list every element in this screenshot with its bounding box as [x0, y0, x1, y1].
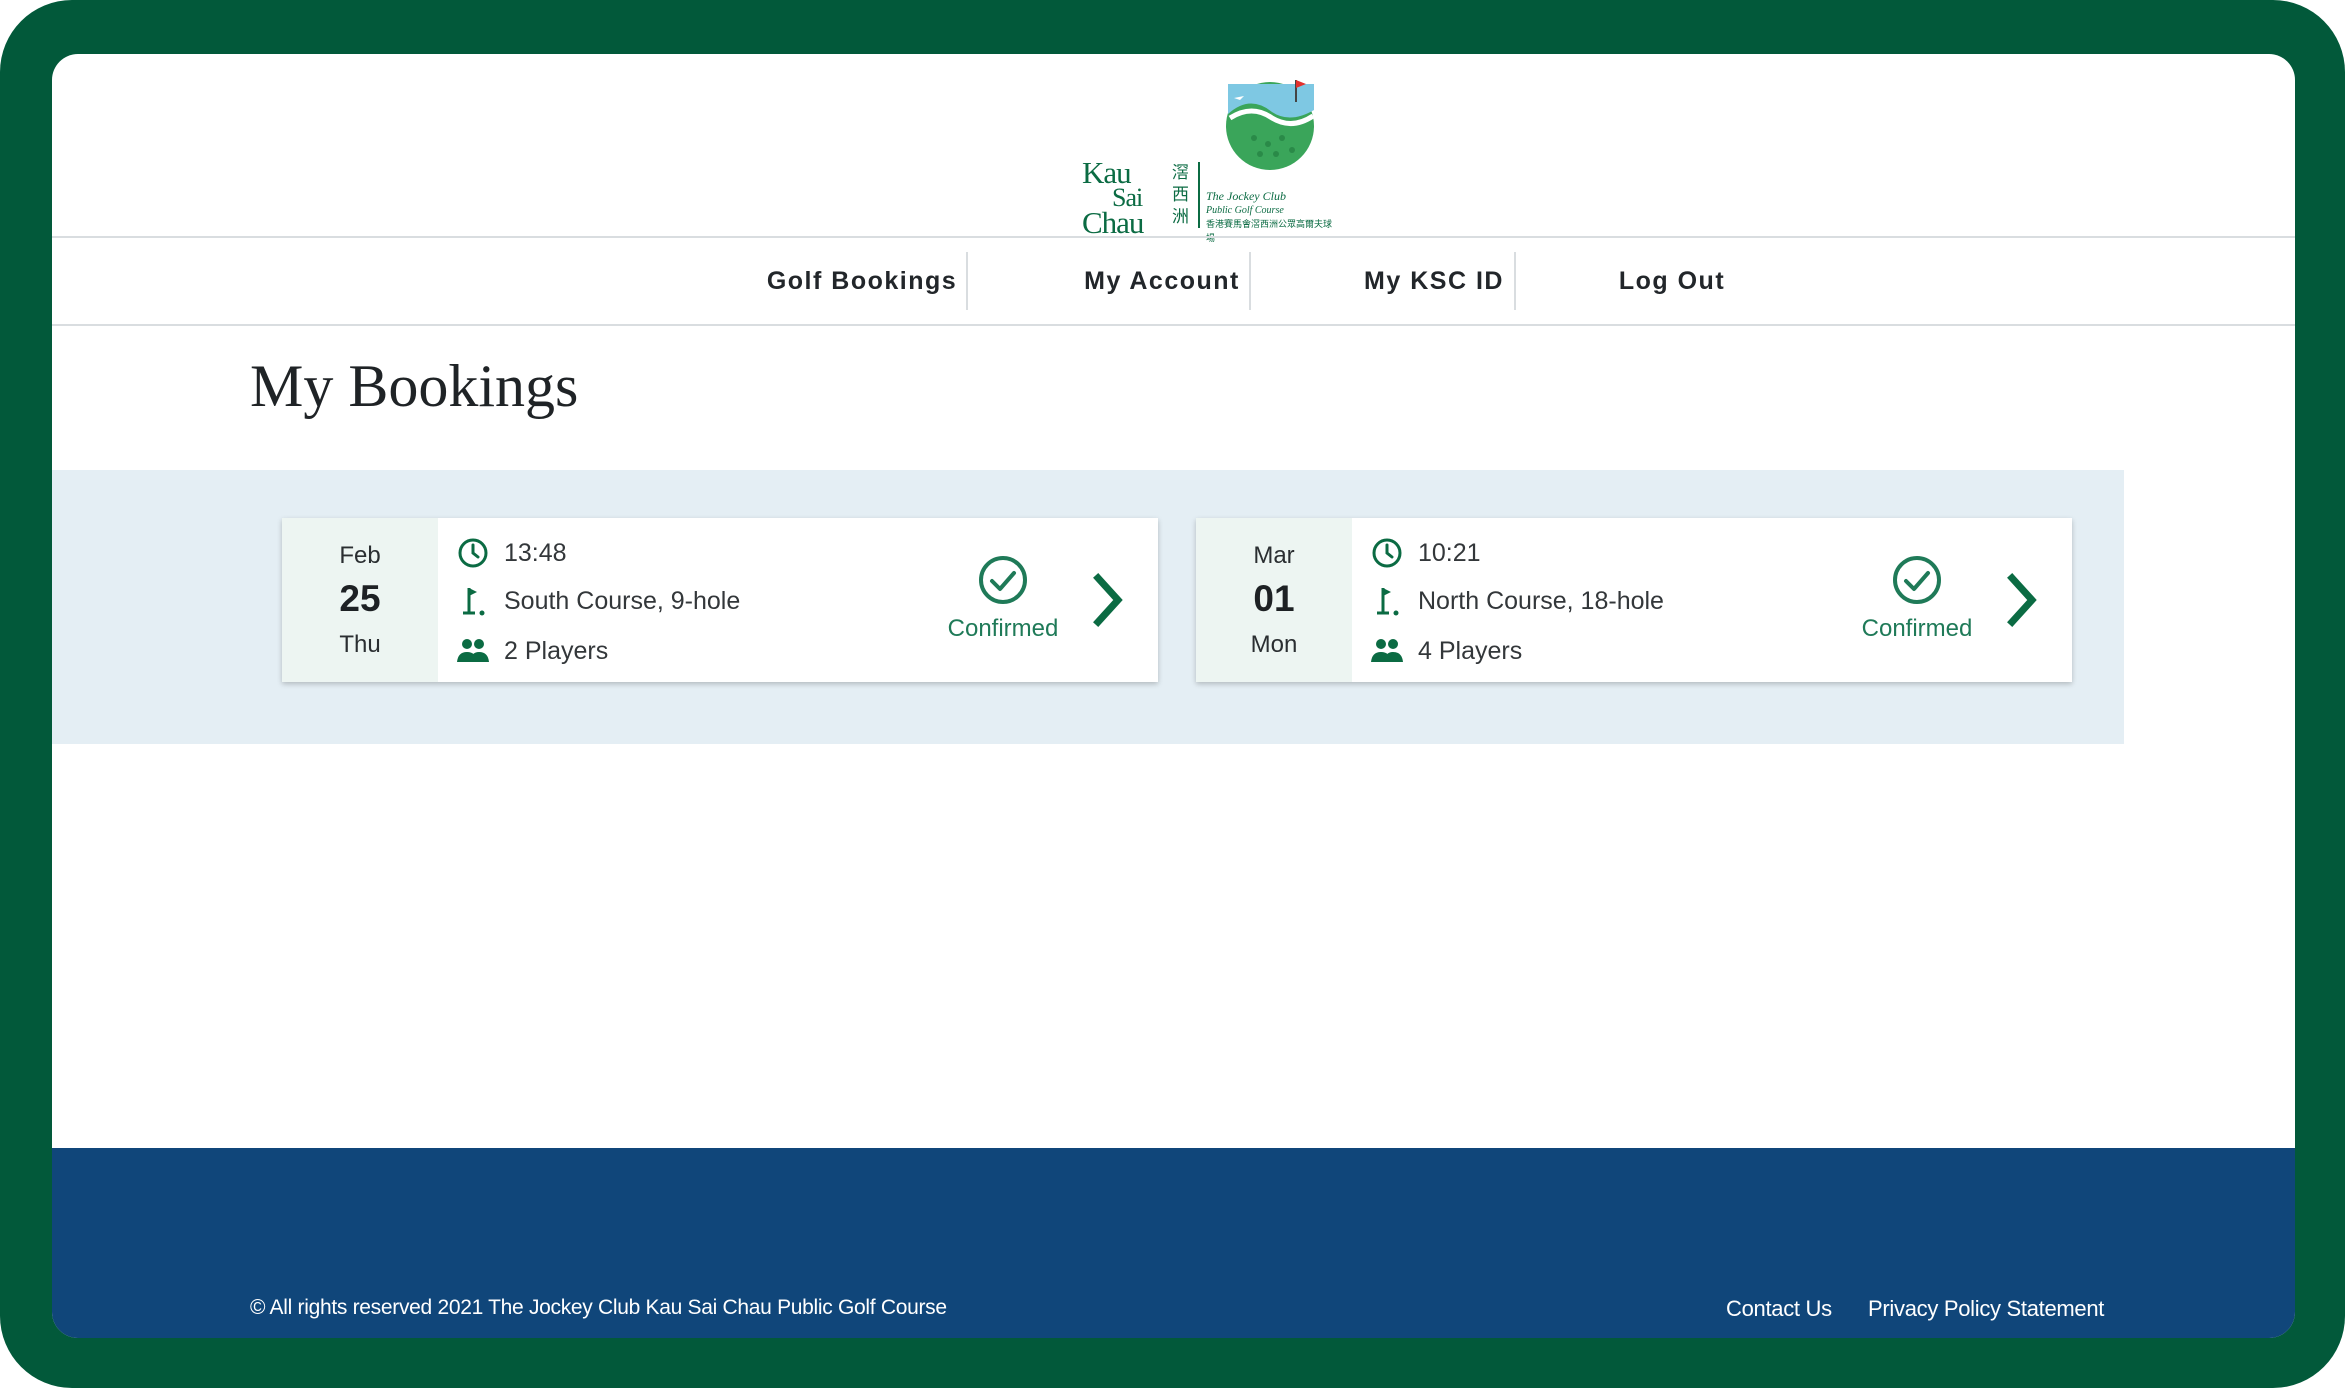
logo-wordmark: Kau Sai Chau	[1082, 155, 1144, 240]
booking-month: Mar	[1253, 542, 1295, 569]
booking-course: North Course, 18-hole	[1370, 582, 1664, 620]
booking-time: 13:48	[456, 534, 567, 572]
clock-icon	[456, 536, 490, 570]
copyright-text: © All rights reserved 2021 The Jockey Cl…	[250, 1296, 947, 1319]
nav-divider	[966, 252, 968, 310]
status-label: Confirmed	[947, 615, 1059, 642]
booking-players: 4 Players	[1370, 632, 1522, 670]
browser-screen: Kau Sai Chau 滘 西 洲 The Jockey Club Publi…	[52, 54, 2295, 1338]
booking-weekday: Thu	[339, 631, 381, 658]
booking-date: Feb 25 Thu	[282, 518, 438, 682]
site-footer: © All rights reserved 2021 The Jockey Cl…	[52, 1148, 2295, 1338]
device-frame: Kau Sai Chau 滘 西 洲 The Jockey Club Publi…	[0, 0, 2345, 1388]
booking-card[interactable]: Mar 01 Mon 10:21 North Course, 18-hole 4…	[1196, 518, 2072, 682]
main-nav: Golf Bookings My Account My KSC ID Log O…	[52, 236, 2295, 326]
nav-log-out[interactable]: Log Out	[1552, 238, 1792, 324]
nav-my-account[interactable]: My Account	[1022, 238, 1302, 324]
nav-divider	[1514, 252, 1516, 310]
status-label: Confirmed	[1861, 615, 1973, 642]
golf-flag-icon	[1370, 584, 1404, 618]
clock-icon	[1370, 536, 1404, 570]
booking-day: 25	[339, 578, 381, 619]
booking-status: Confirmed	[1852, 554, 1982, 643]
people-icon	[1370, 634, 1404, 668]
nav-golf-bookings[interactable]: Golf Bookings	[722, 238, 1002, 324]
logo[interactable]: Kau Sai Chau 滘 西 洲 The Jockey Club Publi…	[1082, 74, 1332, 243]
nav-my-ksc-id[interactable]: My KSC ID	[1302, 238, 1566, 324]
page-title: My Bookings	[250, 353, 579, 419]
booking-day: 01	[1253, 578, 1295, 619]
golf-flag-icon	[456, 584, 490, 618]
logo-chinese-name: 滘 西 洲	[1172, 163, 1189, 227]
booking-card[interactable]: Feb 25 Thu 13:48 South Course, 9-hole 2 …	[282, 518, 1158, 682]
booking-month: Feb	[339, 542, 381, 569]
booking-weekday: Mon	[1250, 631, 1298, 658]
booking-time: 10:21	[1370, 534, 1481, 572]
booking-date: Mar 01 Mon	[1196, 518, 1352, 682]
site-header: Kau Sai Chau 滘 西 洲 The Jockey Club Publi…	[52, 54, 2295, 243]
nav-divider	[1249, 252, 1251, 310]
check-circle-icon	[1893, 556, 1941, 604]
booking-players: 2 Players	[456, 632, 608, 670]
chevron-right-icon[interactable]	[2002, 570, 2042, 630]
booking-status: Confirmed	[938, 554, 1068, 643]
check-circle-icon	[979, 556, 1027, 604]
privacy-policy-link[interactable]: Privacy Policy Statement	[1868, 1296, 2104, 1322]
people-icon	[456, 634, 490, 668]
logo-divider	[1198, 162, 1200, 228]
booking-course: South Course, 9-hole	[456, 582, 740, 620]
contact-us-link[interactable]: Contact Us	[1726, 1296, 1832, 1322]
golf-ball-logo-icon	[1226, 80, 1315, 170]
chevron-right-icon[interactable]	[1088, 570, 1128, 630]
